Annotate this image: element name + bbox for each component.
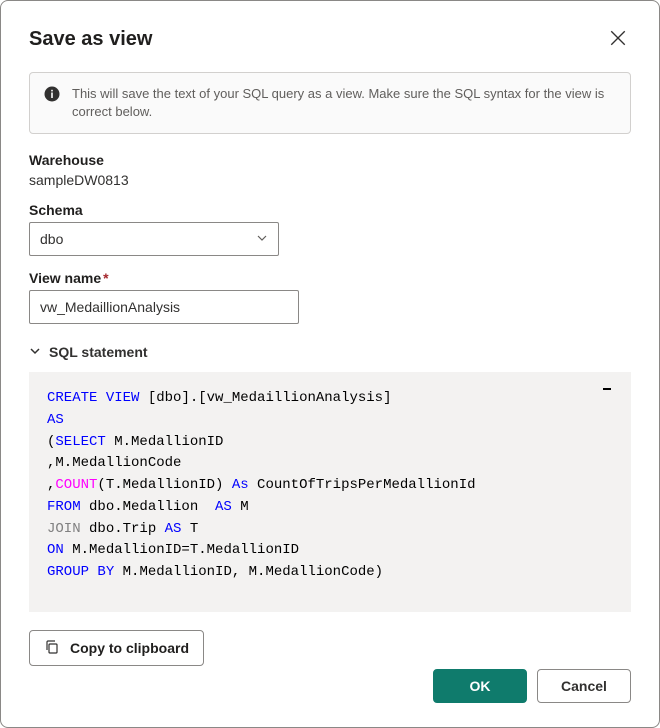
- close-button[interactable]: [605, 25, 631, 54]
- copy-icon: [44, 639, 60, 658]
- view-name-input[interactable]: [29, 290, 299, 324]
- close-icon: [609, 31, 627, 51]
- warehouse-value: sampleDW0813: [29, 172, 631, 188]
- sql-statement-label: SQL statement: [49, 344, 148, 360]
- schema-selected-value: dbo: [40, 231, 63, 247]
- chevron-down-icon: [256, 231, 268, 247]
- sql-editor[interactable]: CREATE VIEW [dbo].[vw_MedaillionAnalysis…: [29, 372, 631, 612]
- ok-button[interactable]: OK: [433, 669, 527, 703]
- sql-statement-toggle[interactable]: SQL statement: [29, 344, 631, 360]
- info-icon: [44, 86, 60, 102]
- save-as-view-dialog: Save as view This will save the text of …: [0, 0, 660, 728]
- text-cursor: [603, 388, 611, 390]
- info-banner: This will save the text of your SQL quer…: [29, 72, 631, 134]
- schema-select[interactable]: dbo: [29, 222, 279, 256]
- copy-to-clipboard-button[interactable]: Copy to clipboard: [29, 630, 204, 666]
- dialog-title: Save as view: [29, 28, 152, 51]
- schema-label: Schema: [29, 202, 631, 218]
- info-text: This will save the text of your SQL quer…: [72, 85, 616, 121]
- warehouse-label: Warehouse: [29, 152, 631, 168]
- dialog-footer: OK Cancel: [433, 669, 631, 703]
- cancel-button[interactable]: Cancel: [537, 669, 631, 703]
- dialog-header: Save as view: [29, 25, 631, 54]
- required-indicator: *: [103, 270, 108, 286]
- view-name-label: View name*: [29, 270, 631, 286]
- copy-button-label: Copy to clipboard: [70, 640, 189, 656]
- chevron-down-icon: [29, 344, 41, 360]
